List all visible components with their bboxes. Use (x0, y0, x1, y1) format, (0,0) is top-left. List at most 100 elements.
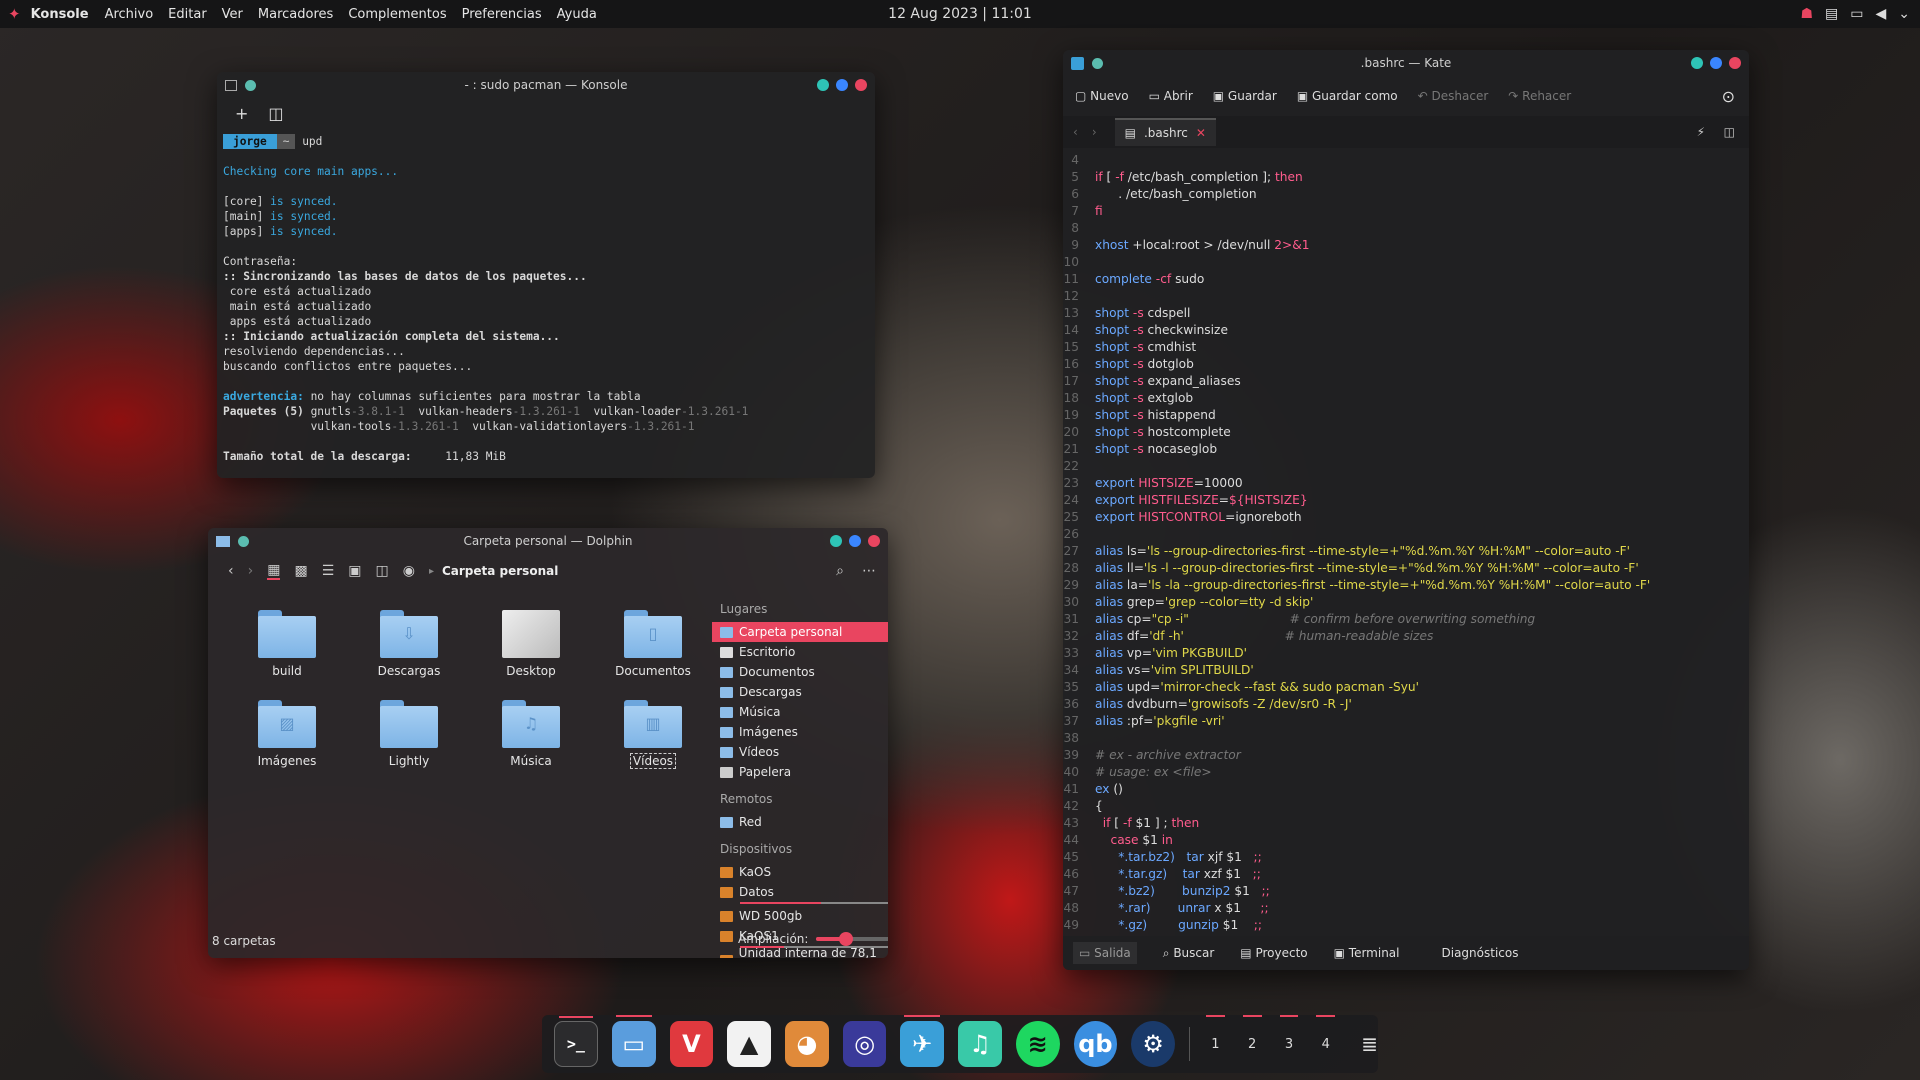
code-line[interactable]: 36 alias dvdburn='growisofs -Z /dev/sr0 -… (1063, 696, 1749, 713)
close-button[interactable] (1729, 57, 1741, 69)
code-line[interactable]: 49 *.gz) gunzip $1 ;; (1063, 917, 1749, 934)
code-line[interactable]: 19 shopt -s histappend (1063, 407, 1749, 424)
code-line[interactable]: 21 shopt -s nocaseglob (1063, 441, 1749, 458)
maximize-button[interactable] (849, 535, 861, 547)
spotify-launcher[interactable]: ≋ (1015, 1021, 1060, 1067)
tab-prev-icon[interactable]: ‹ (1073, 125, 1078, 139)
folder-item[interactable]: Desktop (470, 610, 592, 678)
code-line[interactable]: 32 alias df='df -h' # human-readable size… (1063, 628, 1749, 645)
gimp-launcher[interactable]: ◕ (784, 1021, 829, 1067)
code-line[interactable]: 41 ex () (1063, 781, 1749, 798)
maximize-button[interactable] (1710, 57, 1722, 69)
forward-icon[interactable]: › (248, 563, 254, 579)
code-line[interactable]: 46 *.tar.gz) tar xzf $1 ;; (1063, 866, 1749, 883)
code-line[interactable]: 6 . /etc/bash_completion (1063, 186, 1749, 203)
workspace-4[interactable]: 4 (1314, 1014, 1337, 1052)
place-documents[interactable]: Documentos (712, 662, 888, 682)
zoom-slider-handle[interactable] (839, 932, 854, 946)
place-desktop[interactable]: Escritorio (712, 642, 888, 662)
terminal-output[interactable]: jorge ~ upd Checking core main apps... [c… (217, 128, 875, 470)
menu-ver[interactable]: Ver (222, 7, 243, 22)
save-button[interactable]: ▣ Guardar (1213, 89, 1277, 103)
close-button[interactable] (855, 79, 867, 91)
place-trash[interactable]: Papelera (712, 762, 888, 782)
menu-marcadores[interactable]: Marcadores (258, 7, 333, 22)
kate-app-icon[interactable] (1071, 56, 1084, 70)
project-tab[interactable]: ▤ Proyecto (1240, 946, 1307, 960)
code-line[interactable]: 26 (1063, 526, 1749, 543)
icons-view-icon[interactable]: ▦ (267, 562, 281, 580)
pin-dot-icon[interactable] (1092, 57, 1103, 69)
code-line[interactable]: 7 fi (1063, 203, 1749, 220)
code-line[interactable]: 23 export HISTSIZE =10000 (1063, 475, 1749, 492)
split-view-icon[interactable]: ◫ (1724, 125, 1735, 139)
undo-button[interactable]: ↶ Deshacer (1418, 89, 1489, 103)
menu-preferencias[interactable]: Preferencias (462, 7, 542, 22)
place-network[interactable]: Red (712, 812, 888, 832)
maximize-button[interactable] (836, 79, 848, 91)
code-line[interactable]: 27 alias ls='ls --group-directories-first… (1063, 543, 1749, 560)
output-tab[interactable]: ▭ Salida (1073, 942, 1137, 964)
tab-next-icon[interactable]: › (1092, 125, 1097, 139)
pin-dot-icon[interactable] (238, 535, 249, 547)
menu-ayuda[interactable]: Ayuda (557, 7, 597, 22)
device-datos[interactable]: Datos (712, 882, 888, 902)
place-downloads[interactable]: Descargas (712, 682, 888, 702)
code-line[interactable]: 15 shopt -s cmdhist (1063, 339, 1749, 356)
clipboard-icon[interactable]: ▤ (1825, 6, 1838, 22)
chevron-down-icon[interactable]: ⌄ (1898, 6, 1910, 22)
code-line[interactable]: 9 xhost +local:root > /dev/null 2>&1 (1063, 237, 1749, 254)
code-editor[interactable]: 4 5 if [ -f /etc/bash_completion ]; then 6 … (1063, 152, 1749, 934)
music-launcher[interactable]: ♫ (958, 1021, 1002, 1067)
code-line[interactable]: 29 alias la='ls -la --group-directories-f… (1063, 577, 1749, 594)
folder-item[interactable]: Lightly (348, 700, 470, 768)
kate-titlebar[interactable]: .bashrc — Kate (1063, 50, 1749, 76)
workspace-1[interactable]: 1 (1204, 1014, 1227, 1052)
folder-item[interactable]: build (226, 610, 348, 678)
app-menu-icon[interactable]: ≣ (1361, 1032, 1378, 1056)
inkscape-launcher[interactable]: ▲ (727, 1021, 771, 1067)
code-line[interactable]: 12 (1063, 288, 1749, 305)
compact-view-icon[interactable]: ▩ (294, 563, 307, 579)
details-view-icon[interactable]: ☰ (322, 563, 335, 579)
redo-button[interactable]: ↷ Rehacer (1508, 89, 1571, 103)
code-line[interactable]: 40 # usage: ex <file> (1063, 764, 1749, 781)
device-kaos[interactable]: KaOS (712, 862, 888, 882)
breadcrumb[interactable]: Carpeta personal (442, 564, 558, 578)
vivaldi-launcher[interactable]: V (669, 1021, 714, 1067)
terminal-tab[interactable]: ▣ Terminal (1334, 946, 1400, 960)
code-line[interactable]: 34 alias vs='vim SPLITBUILD' (1063, 662, 1749, 679)
qbittorrent-launcher[interactable]: qb (1073, 1021, 1118, 1067)
minimize-button[interactable] (817, 79, 829, 91)
tab-close-icon[interactable]: ✕ (1196, 126, 1206, 140)
code-line[interactable]: 44 case $1 in (1063, 832, 1749, 849)
code-line[interactable]: 14 shopt -s checkwinsize (1063, 322, 1749, 339)
search-tab[interactable]: ⌕ Buscar (1163, 946, 1215, 961)
quick-open-icon[interactable]: ⚡ (1697, 125, 1705, 139)
place-videos[interactable]: Vídeos (712, 742, 888, 762)
code-line[interactable]: 8 (1063, 220, 1749, 237)
code-line[interactable]: 13 shopt -s cdspell (1063, 305, 1749, 322)
folder-item[interactable]: ♫ Música (470, 700, 592, 768)
minimize-button[interactable] (1691, 57, 1703, 69)
code-line[interactable]: 24 export HISTFILESIZE = ${HISTSIZE} (1063, 492, 1749, 509)
new-button[interactable]: ▢ Nuevo (1075, 89, 1129, 103)
pin-dot-icon[interactable] (245, 79, 256, 91)
menu-archivo[interactable]: Archivo (105, 7, 154, 22)
place-music[interactable]: Música (712, 702, 888, 722)
kate-launcher[interactable]: ✈ (900, 1015, 945, 1067)
code-line[interactable]: 28 alias ll='ls -l --group-directories-fi… (1063, 560, 1749, 577)
code-line[interactable]: 30 alias grep='grep --color=tty -d skip' (1063, 594, 1749, 611)
place-pictures[interactable]: Imágenes (712, 722, 888, 742)
split-icon[interactable]: ◫ (375, 563, 388, 579)
steam-launcher[interactable]: ⚙ (1131, 1021, 1176, 1067)
code-line[interactable]: 35 alias upd='mirror-check --fast && sudo… (1063, 679, 1749, 696)
volume-icon[interactable]: ◀ (1875, 6, 1886, 22)
workspace-2[interactable]: 2 (1241, 1014, 1264, 1052)
podcast-launcher[interactable]: ◎ (842, 1021, 887, 1067)
workspace-3[interactable]: 3 (1278, 1014, 1301, 1052)
split-view-icon[interactable]: ◫ (268, 104, 283, 123)
eye-icon[interactable]: ◉ (403, 563, 415, 579)
code-line[interactable]: 17 shopt -s expand_aliases (1063, 373, 1749, 390)
menu-icon[interactable]: ⋯ (862, 563, 876, 579)
